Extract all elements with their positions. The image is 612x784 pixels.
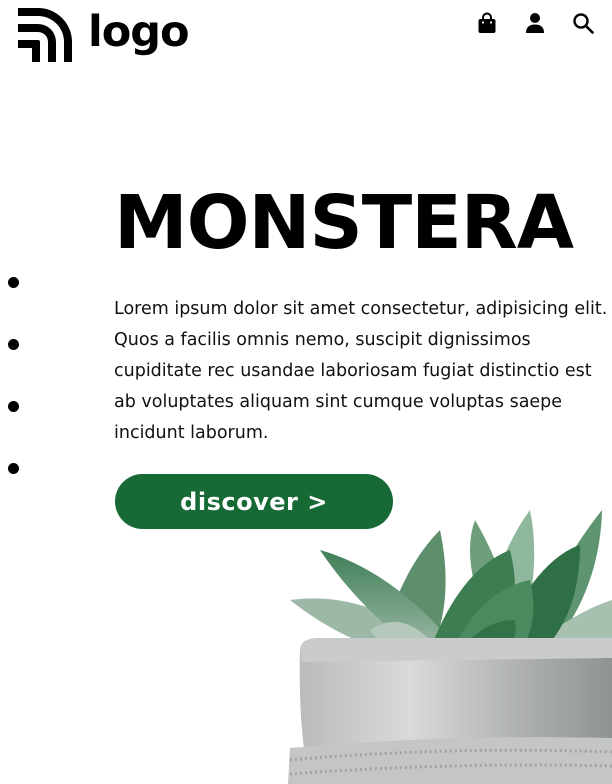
site-header: logo	[0, 0, 612, 72]
header-actions	[450, 12, 594, 34]
search-icon[interactable]	[572, 12, 594, 34]
logo[interactable]: logo	[18, 6, 190, 62]
succulent-plant-image	[288, 510, 612, 784]
slider-dots	[8, 277, 19, 525]
user-icon[interactable]	[524, 12, 546, 34]
slider-dot[interactable]	[8, 339, 19, 350]
slider-dot[interactable]	[8, 277, 19, 288]
slider-dot[interactable]	[8, 463, 19, 474]
logo-text: logo	[88, 6, 190, 57]
slider-dot[interactable]	[8, 401, 19, 412]
hero-description: Lorem ipsum dolor sit amet consectetur, …	[114, 299, 608, 443]
logo-mark-icon	[18, 8, 72, 62]
hero-title: MONSTERA	[114, 180, 574, 266]
shopping-bag-icon[interactable]	[476, 12, 498, 34]
